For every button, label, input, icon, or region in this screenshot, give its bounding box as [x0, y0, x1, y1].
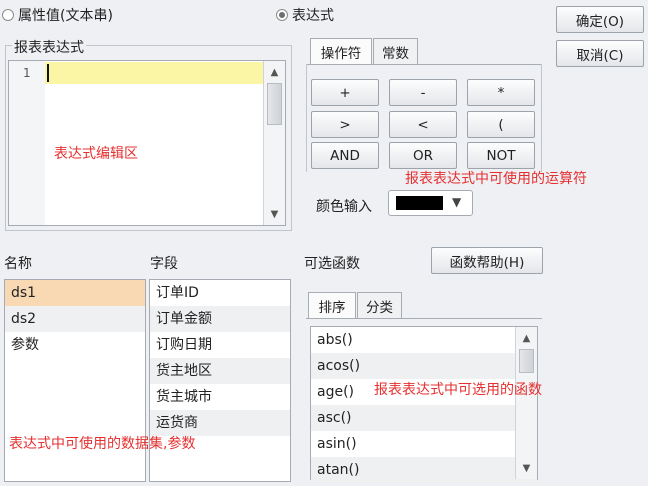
tab-underline — [306, 318, 542, 319]
operator-paren-button[interactable]: ( — [467, 111, 535, 138]
color-input-label: 颜色输入 — [316, 199, 372, 215]
list-item[interactable]: 订购日期 — [150, 332, 290, 358]
color-swatch — [396, 196, 443, 210]
operator-annotation: 报表表达式中可使用的运算符 — [405, 171, 587, 187]
scroll-thumb[interactable] — [519, 349, 534, 373]
line-number: 1 — [23, 66, 31, 80]
scroll-down-icon[interactable]: ▼ — [266, 206, 283, 222]
list-item[interactable]: 订单金额 — [150, 306, 290, 332]
list-item[interactable]: 货主地区 — [150, 358, 290, 384]
radio-icon — [2, 9, 14, 21]
operator-or-button[interactable]: OR — [389, 142, 457, 169]
radio-option-text[interactable]: 属性值(文本串) — [2, 5, 113, 25]
list-item[interactable]: asin() — [311, 431, 537, 457]
chevron-down-icon: ▼ — [452, 195, 462, 209]
list-item[interactable]: atan() — [311, 457, 537, 483]
functions-scrollbar[interactable]: ▲ ▼ — [515, 327, 537, 479]
editor-scrollbar[interactable]: ▲ ▼ — [263, 61, 285, 225]
tab-underline — [306, 64, 542, 65]
color-select[interactable]: ▼ — [388, 190, 473, 216]
functions-annotation: 报表表达式中可选用的函数 — [374, 382, 542, 398]
list-item[interactable]: acos() — [311, 353, 537, 379]
list-item[interactable]: 订单ID — [150, 280, 290, 306]
operator-and-button[interactable]: AND — [311, 142, 379, 169]
cancel-button[interactable]: 取消(C) — [556, 40, 644, 67]
editor-annotation: 表达式编辑区 — [54, 146, 138, 162]
operator-panel-border — [306, 64, 307, 172]
list-item[interactable]: 货主城市 — [150, 384, 290, 410]
scroll-thumb[interactable] — [267, 83, 282, 125]
list-item[interactable]: 参数 — [5, 332, 145, 358]
fields-header: 字段 — [150, 256, 178, 272]
radio-label: 属性值(文本串) — [18, 8, 113, 24]
operator-minus-button[interactable]: - — [389, 79, 457, 106]
list-item[interactable]: asc() — [311, 405, 537, 431]
names-header: 名称 — [4, 256, 32, 272]
radio-label: 表达式 — [292, 8, 334, 24]
list-item[interactable]: abs() — [311, 327, 537, 353]
function-help-button[interactable]: 函数帮助(H) — [431, 247, 543, 274]
operator-greater-button[interactable]: > — [311, 111, 379, 138]
line-number-gutter: 1 — [9, 61, 45, 225]
scroll-up-icon[interactable]: ▲ — [518, 330, 535, 346]
tab-sort[interactable]: 排序 — [308, 292, 356, 319]
operator-multiply-button[interactable]: * — [467, 79, 535, 106]
expression-editor[interactable]: 1 表达式编辑区 ▲ ▼ — [8, 60, 286, 226]
expression-group-title: 报表表达式 — [12, 37, 86, 57]
current-line-highlight — [45, 62, 263, 84]
text-cursor — [47, 64, 49, 82]
ok-button[interactable]: 确定(O) — [556, 6, 644, 33]
scroll-down-icon[interactable]: ▼ — [518, 460, 535, 476]
functions-list[interactable]: abs() acos() age() asc() asin() atan() ▲… — [310, 326, 538, 483]
tab-operators[interactable]: 操作符 — [310, 38, 372, 65]
names-annotation: 表达式中可使用的数据集,参数 — [9, 436, 196, 452]
functions-header: 可选函数 — [304, 256, 360, 272]
radio-option-expression[interactable]: 表达式 — [276, 5, 334, 25]
operator-not-button[interactable]: NOT — [467, 142, 535, 169]
tab-category[interactable]: 分类 — [357, 292, 402, 319]
list-item[interactable]: ds1 — [5, 280, 145, 306]
operator-panel-border — [541, 64, 542, 172]
tab-constants[interactable]: 常数 — [373, 38, 418, 65]
operator-plus-button[interactable]: + — [311, 79, 379, 106]
operator-less-button[interactable]: < — [389, 111, 457, 138]
scroll-up-icon[interactable]: ▲ — [266, 64, 283, 80]
radio-selected-icon — [276, 9, 288, 21]
list-item[interactable]: ds2 — [5, 306, 145, 332]
